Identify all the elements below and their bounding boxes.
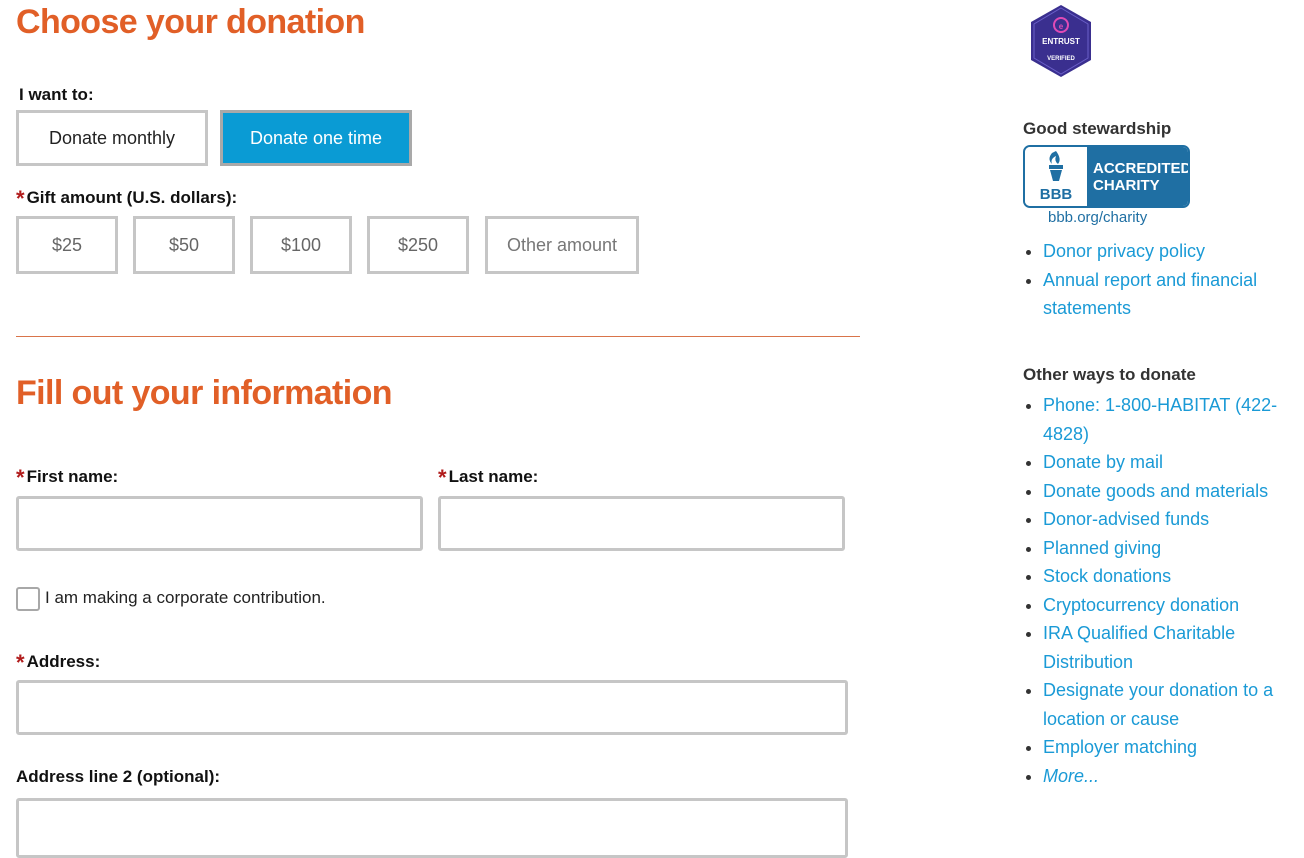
- first-name-label-text: First name:: [26, 467, 119, 486]
- list-item: More...: [1043, 762, 1293, 791]
- donate-by-mail-link[interactable]: Donate by mail: [1043, 452, 1163, 472]
- gift-amount-label: * Gift amount (U.S. dollars):: [16, 183, 238, 211]
- entrust-verified-badge: e ENTRUST VERIFIED: [1029, 4, 1093, 78]
- amount-250-button[interactable]: $250: [367, 216, 469, 274]
- bbb-logo: BBB: [1025, 147, 1087, 206]
- good-stewardship-heading: Good stewardship: [1023, 119, 1172, 138]
- corporate-checkbox[interactable]: [16, 587, 40, 611]
- bbb-accredited-text: ACCREDITED CHARITY: [1087, 147, 1188, 206]
- entrust-badge-line1: ENTRUST: [1042, 37, 1080, 46]
- first-name-label: * First name:: [16, 462, 119, 490]
- amount-100-button[interactable]: $100: [250, 216, 352, 274]
- planned-giving-link[interactable]: Planned giving: [1043, 538, 1161, 558]
- bbb-url[interactable]: bbb.org/charity: [1048, 209, 1147, 226]
- stock-donations-link[interactable]: Stock donations: [1043, 566, 1171, 586]
- section-divider: [16, 336, 860, 337]
- list-item: Donate by mail: [1043, 448, 1293, 477]
- last-name-field[interactable]: [438, 496, 845, 551]
- bbb-line2: CHARITY: [1093, 177, 1160, 194]
- amount-25-button[interactable]: $25: [16, 216, 118, 274]
- bbb-line1: ACCREDITED: [1093, 160, 1190, 177]
- address-label: * Address:: [16, 647, 101, 675]
- list-item: Donor privacy policy: [1043, 237, 1293, 266]
- list-item: Annual report and financial statements: [1043, 266, 1293, 323]
- stewardship-links: Donor privacy policy Annual report and f…: [1023, 237, 1293, 323]
- last-name-label-text: Last name:: [448, 467, 539, 486]
- gift-amount-label-text: Gift amount (U.S. dollars):: [26, 188, 238, 207]
- list-item: Cryptocurrency donation: [1043, 591, 1293, 620]
- list-item: Donate goods and materials: [1043, 477, 1293, 506]
- list-item: Employer matching: [1043, 733, 1293, 762]
- donation-heading: Choose your donation: [16, 3, 365, 41]
- list-item: IRA Qualified Charitable Distribution: [1043, 619, 1293, 676]
- address-line2-label: Address line 2 (optional):: [16, 767, 221, 786]
- amount-50-button[interactable]: $50: [133, 216, 235, 274]
- donor-advised-funds-link[interactable]: Donor-advised funds: [1043, 509, 1209, 529]
- address-field[interactable]: [16, 680, 848, 735]
- donate-monthly-button[interactable]: Donate monthly: [16, 110, 208, 166]
- last-name-label: * Last name:: [438, 462, 539, 490]
- corporate-checkbox-label: I am making a corporate contribution.: [45, 588, 326, 607]
- more-link[interactable]: More...: [1043, 766, 1099, 786]
- entrust-badge-line2: VERIFIED: [1047, 56, 1075, 62]
- other-ways-links: Phone: 1-800-HABITAT (422-4828) Donate b…: [1023, 391, 1293, 790]
- required-mark: *: [16, 650, 25, 675]
- required-mark: *: [438, 465, 447, 490]
- first-name-field[interactable]: [16, 496, 423, 551]
- list-item: Donor-advised funds: [1043, 505, 1293, 534]
- designate-donation-link[interactable]: Designate your donation to a location or…: [1043, 680, 1273, 729]
- want-label: I want to:: [19, 85, 94, 104]
- donate-one-time-button[interactable]: Donate one time: [220, 110, 412, 166]
- address-label-text: Address:: [26, 652, 101, 671]
- annual-report-link[interactable]: Annual report and financial statements: [1043, 270, 1257, 319]
- list-item: Designate your donation to a location or…: [1043, 676, 1293, 733]
- phone-link[interactable]: Phone: 1-800-HABITAT (422-4828): [1043, 395, 1277, 444]
- svg-text:e: e: [1059, 22, 1064, 31]
- other-ways-heading: Other ways to donate: [1023, 365, 1196, 384]
- required-mark: *: [16, 465, 25, 490]
- bbb-logo-text: BBB: [1040, 186, 1073, 203]
- list-item: Stock donations: [1043, 562, 1293, 591]
- ira-distribution-link[interactable]: IRA Qualified Charitable Distribution: [1043, 623, 1235, 672]
- donor-privacy-policy-link[interactable]: Donor privacy policy: [1043, 241, 1205, 261]
- entrust-badge-icon: e ENTRUST VERIFIED: [1031, 5, 1091, 77]
- donate-goods-link[interactable]: Donate goods and materials: [1043, 481, 1268, 501]
- bbb-accredited-badge[interactable]: BBB ACCREDITED CHARITY: [1023, 145, 1190, 208]
- list-item: Phone: 1-800-HABITAT (422-4828): [1043, 391, 1293, 448]
- address-line2-field[interactable]: [16, 798, 848, 858]
- required-mark: *: [16, 186, 25, 211]
- info-heading: Fill out your information: [16, 374, 393, 412]
- list-item: Planned giving: [1043, 534, 1293, 563]
- bbb-torch-icon: BBB: [1040, 151, 1073, 203]
- other-amount-input[interactable]: Other amount: [485, 216, 639, 274]
- employer-matching-link[interactable]: Employer matching: [1043, 737, 1197, 757]
- cryptocurrency-link[interactable]: Cryptocurrency donation: [1043, 595, 1239, 615]
